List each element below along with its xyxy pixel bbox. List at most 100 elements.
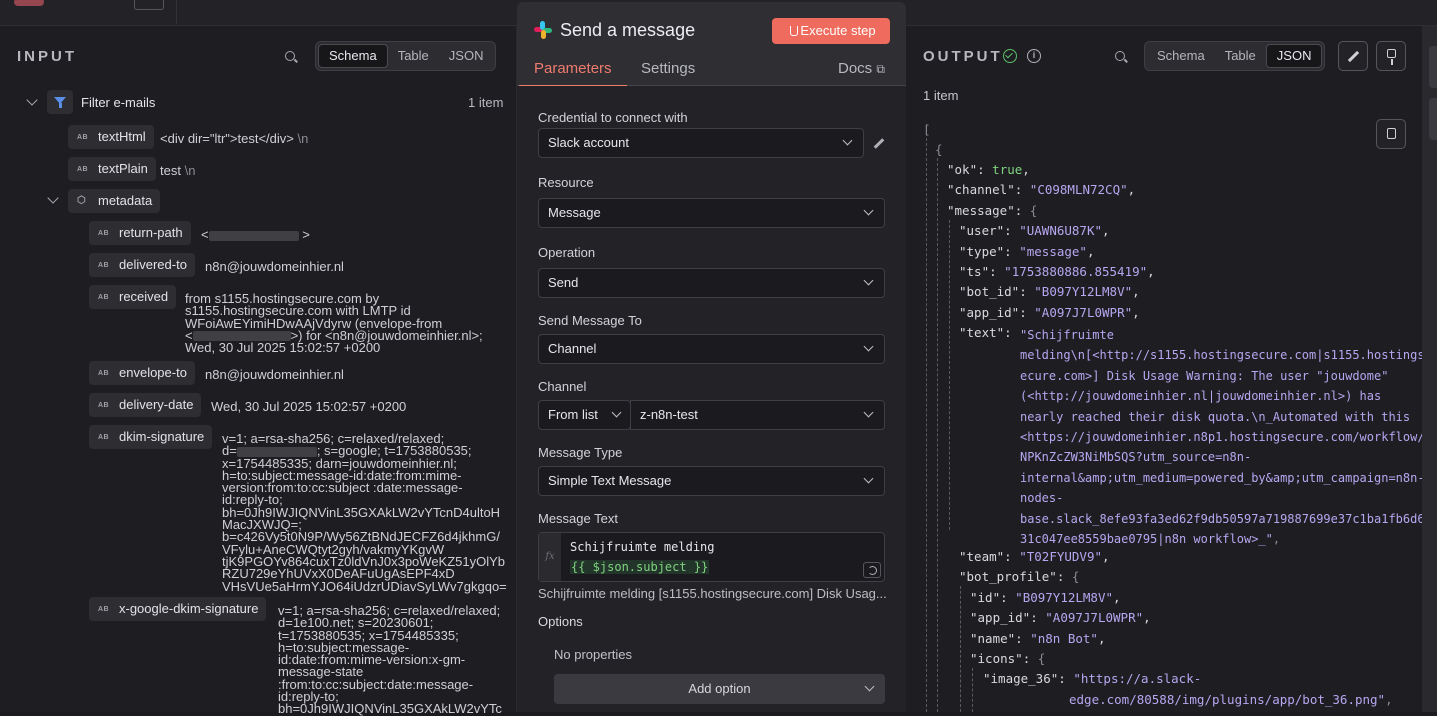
view-schema[interactable]: Schema	[318, 44, 388, 68]
indent-guide	[972, 668, 973, 712]
add-option-button[interactable]: Add option	[554, 674, 885, 704]
message-text-editor[interactable]: fx Schijfruimte melding {{ $json.subject…	[538, 532, 885, 582]
json-id: "id": "B097Y12LM8V",	[970, 590, 1121, 605]
chevron-down-icon	[863, 473, 874, 484]
field-value-return-path: < >	[201, 227, 310, 242]
search-icon[interactable]	[284, 50, 298, 64]
message-type-select[interactable]: Simple Text Message	[538, 466, 885, 496]
field-value-dkim-signature: v=1; a=rsa-sha256; c=relaxed/relaxed; d=…	[222, 431, 507, 594]
metadata-chevron-icon[interactable]	[47, 192, 59, 204]
view-table[interactable]: Table	[388, 44, 439, 68]
message-text-label: Message Text	[538, 511, 618, 526]
execute-step-button[interactable]: Execute step	[772, 18, 890, 44]
options-label: Options	[538, 614, 583, 629]
chevron-down-icon	[611, 407, 622, 418]
field-tag-dkim-signature[interactable]: AB dkim-signature	[89, 425, 213, 449]
output-item-count: 1 item	[923, 88, 959, 103]
channel-select[interactable]: z-n8n-test	[630, 400, 885, 430]
indent-guide	[960, 586, 961, 712]
chevron-down-icon	[842, 135, 853, 146]
json-ts: "ts": "1753880886.855419",	[959, 264, 1155, 279]
json-bot-id: "bot_id": "B097Y12LM8V",	[959, 284, 1140, 299]
message-expression: {{ $json.subject }}	[570, 560, 710, 574]
chevron-down-icon	[863, 205, 874, 216]
output-panel: OUTPUT i Schema Table JSON 1 item [ { "o…	[906, 26, 1425, 712]
field-value-received: from s1155.hostingsecure.com by s1155.ho…	[185, 291, 483, 356]
json-bot-profile: "bot_profile": {	[959, 569, 1080, 584]
field-tag-delivery-date[interactable]: AB delivery-date	[89, 393, 202, 417]
resource-select[interactable]: Message	[538, 198, 885, 228]
field-tag-received[interactable]: AB received	[89, 285, 177, 309]
field-tag-x-google-dkim-signature[interactable]: AB x-google-dkim-signature	[89, 597, 267, 621]
field-tag-textplain[interactable]: AB textPlain	[68, 157, 156, 181]
node-tabs: Parameters Settings Docs ⧉	[517, 56, 906, 87]
input-panel: INPUT Schema Table JSON Filter e-mails 1…	[0, 26, 517, 716]
item-count: 1 item	[468, 95, 504, 110]
field-value-texthtml: <div dir="ltr">test</div> \n	[160, 131, 309, 146]
json-message: "message": {	[947, 203, 1038, 218]
tab-parameters[interactable]: Parameters	[519, 60, 626, 87]
right-edge-strip	[1422, 26, 1437, 712]
pin-data-button[interactable]	[1376, 41, 1406, 71]
channel-mode-select[interactable]: From list	[538, 400, 631, 430]
view-schema[interactable]: Schema	[1147, 44, 1215, 68]
copy-button[interactable]	[1376, 119, 1406, 149]
field-tag-metadata[interactable]: ⬡ metadata	[68, 189, 161, 213]
credential-select[interactable]: Slack account	[538, 128, 864, 158]
json-team: "team": "T02FYUDV9",	[959, 549, 1110, 564]
indent-guide	[926, 138, 927, 712]
expression-fx-icon: fx	[539, 533, 561, 581]
n8n-logo	[14, 0, 44, 6]
operation-label: Operation	[538, 245, 596, 260]
redacted-block	[208, 230, 299, 241]
field-tag-delivered-to[interactable]: AB delivered-to	[89, 253, 195, 277]
json-app-id-2: "app_id": "A097J7L0WPR",	[970, 610, 1151, 625]
redacted-block	[236, 446, 317, 457]
redacted-block	[192, 331, 291, 342]
field-tag-texthtml[interactable]: AB textHtml	[68, 125, 154, 149]
json-name: "name": "n8n Bot",	[970, 631, 1106, 646]
success-check-icon	[1003, 49, 1017, 63]
copy-icon	[1387, 128, 1396, 139]
json-text-key: "text":	[959, 325, 1012, 340]
collapse-chevron-icon[interactable]	[26, 94, 38, 106]
view-json[interactable]: JSON	[439, 44, 494, 68]
edit-credential-icon[interactable]	[873, 138, 885, 149]
message-line-1: Schijfruimte melding	[570, 540, 715, 554]
top-button[interactable]	[134, 0, 164, 10]
node-name: Filter e-mails	[81, 95, 156, 110]
json-image-36-cont: edge.com/80588/img/plugins/app/bot_36.pn…	[1069, 692, 1393, 707]
json-text-value: "Schijfruimte melding\n[<http://s1155.hos…	[1020, 328, 1425, 547]
send-to-label: Send Message To	[538, 313, 642, 328]
node-title: Send a message	[560, 20, 696, 40]
view-table[interactable]: Table	[1215, 44, 1266, 68]
slack-icon	[534, 21, 552, 39]
docs-link[interactable]: Docs ⧉	[838, 60, 885, 77]
external-link-icon: ⧉	[876, 62, 885, 76]
edit-output-button[interactable]	[1338, 41, 1368, 71]
resource-label: Resource	[538, 175, 594, 190]
chevron-down-icon	[863, 407, 874, 418]
reset-icon[interactable]	[863, 562, 881, 578]
message-type-label: Message Type	[538, 445, 623, 460]
view-json[interactable]: JSON	[1265, 44, 1323, 68]
pin-icon	[1387, 49, 1396, 58]
chevron-down-icon	[863, 341, 874, 352]
send-to-select[interactable]: Channel	[538, 334, 885, 364]
parameters-form: Credential to connect with Slack account…	[517, 86, 906, 712]
search-icon[interactable]	[1114, 50, 1128, 64]
operation-select[interactable]: Send	[538, 268, 885, 298]
message-preview: Schijfruimte melding [s1155.hostingsecur…	[538, 586, 887, 601]
chevron-down-icon	[863, 275, 874, 286]
field-value-delivered-to: n8n@jouwdomeinhier.nl	[205, 259, 344, 274]
field-value-envelope-to: n8n@jouwdomeinhier.nl	[205, 367, 344, 382]
output-view-switch: Schema Table JSON	[1144, 41, 1326, 71]
field-tag-return-path[interactable]: AB return-path	[89, 221, 191, 245]
json-channel: "channel": "C098MLN72CQ",	[947, 182, 1136, 197]
info-icon[interactable]: i	[1027, 49, 1041, 63]
tab-settings[interactable]: Settings	[641, 60, 695, 77]
channel-label: Channel	[538, 379, 587, 394]
json-open-bracket: [	[923, 122, 931, 137]
json-icons: "icons": {	[970, 651, 1046, 666]
field-tag-envelope-to[interactable]: AB envelope-to	[89, 361, 195, 385]
